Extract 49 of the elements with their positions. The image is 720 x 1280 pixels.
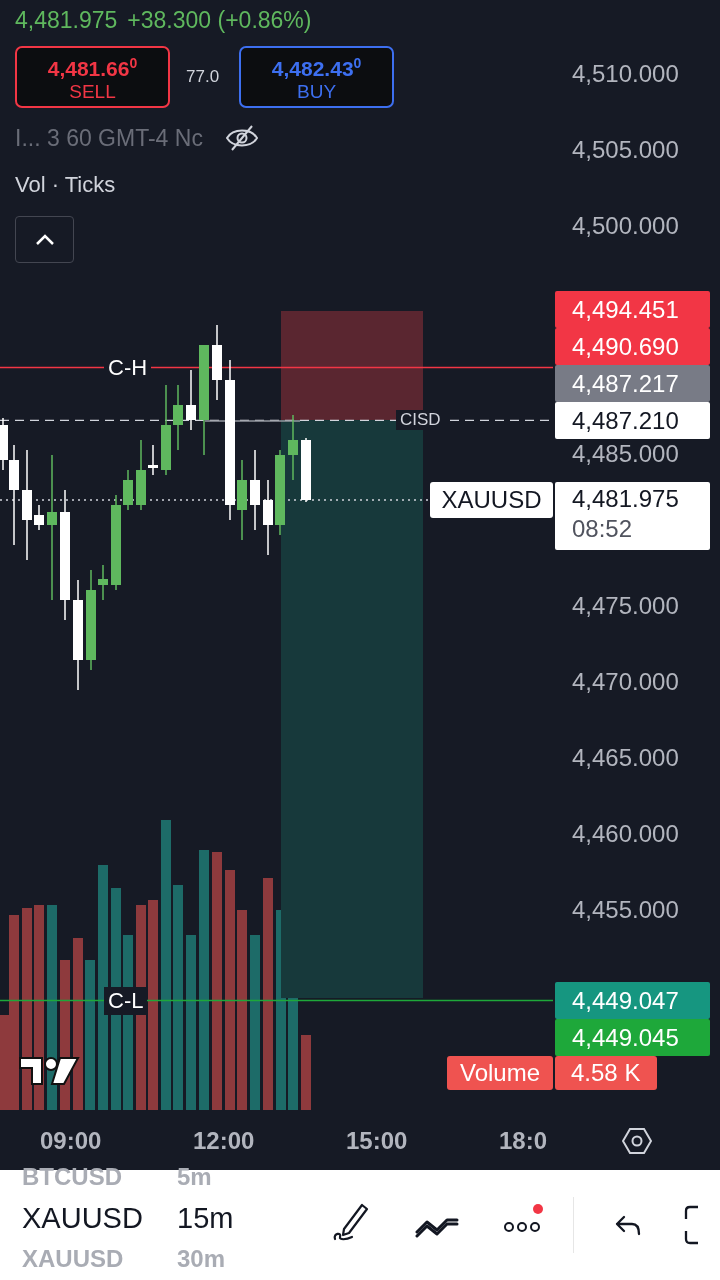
price-axis-label: 4,460.000 <box>572 819 679 849</box>
price-tag: 4,494.451 <box>555 290 710 328</box>
volume-value-tag: 4.58 K <box>555 1056 657 1090</box>
line-label: C-L <box>104 986 148 1015</box>
line-label: CISD <box>396 410 445 431</box>
volume-label: Volume <box>447 1056 553 1090</box>
time-axis-label: 15:00 <box>346 1127 408 1155</box>
price-axis-label: 4,475.000 <box>572 591 679 621</box>
price-tag: 4,487.217 <box>555 364 710 402</box>
indicator-label[interactable]: Vol · Ticks <box>15 172 116 198</box>
logo-icon <box>18 1054 80 1088</box>
last-price: 4,481.975 <box>572 483 680 514</box>
symbol-interval-option[interactable]: XAUUSD 15m <box>22 1196 322 1240</box>
time-axis-label: 18:0 <box>499 1127 548 1155</box>
candle <box>136 439 146 511</box>
buy-button[interactable]: 4,482.43$^{0}$ BUY <box>239 46 395 108</box>
symbol-tag: XAUUSD <box>430 481 553 518</box>
last-price: 4,481.975 <box>15 6 118 34</box>
time-axis-label: 12:00 <box>193 1127 255 1155</box>
spread-value: 77.0 <box>186 67 220 87</box>
chart-info: I... 3 60 GMT-4 Nc <box>15 124 203 152</box>
price-axis-label: 4,505.000 <box>572 135 679 165</box>
fullscreen-icon[interactable] <box>684 1205 699 1245</box>
price-tag: 4,490.690 <box>555 327 710 365</box>
collapse-button[interactable] <box>15 216 74 263</box>
price-axis-label: 4,455.000 <box>572 895 679 925</box>
candle <box>34 504 44 531</box>
eye-slash-icon[interactable] <box>224 124 259 152</box>
candle <box>288 414 298 481</box>
price-tag: 4,487.210 <box>555 401 710 439</box>
sell-button[interactable]: 4,481.66$^{0}$ SELL <box>15 46 170 108</box>
price-tag: 4,449.045 <box>555 1019 710 1056</box>
candle <box>148 444 158 476</box>
candle <box>123 469 133 511</box>
price-axis-label: 4,470.000 <box>572 667 679 697</box>
settings-icon[interactable] <box>622 1126 652 1156</box>
candle <box>173 384 183 451</box>
candle <box>186 369 196 431</box>
candle <box>98 564 108 601</box>
price-axis-label: 4,510.000 <box>572 59 679 89</box>
undo-icon[interactable] <box>614 1213 642 1237</box>
bar-countdown: 08:52 <box>572 513 634 544</box>
price-axis-label: 4,485.000 <box>572 439 679 469</box>
price-axis-label: 4,500.000 <box>572 211 679 241</box>
price-tag: 4,449.047 <box>555 982 710 1019</box>
price-axis-label: 4,465.000 <box>572 743 679 773</box>
candle <box>301 437 311 503</box>
price-change: +38.300 (+0.86%) <box>127 6 312 34</box>
time-axis-label: 09:00 <box>40 1127 102 1155</box>
